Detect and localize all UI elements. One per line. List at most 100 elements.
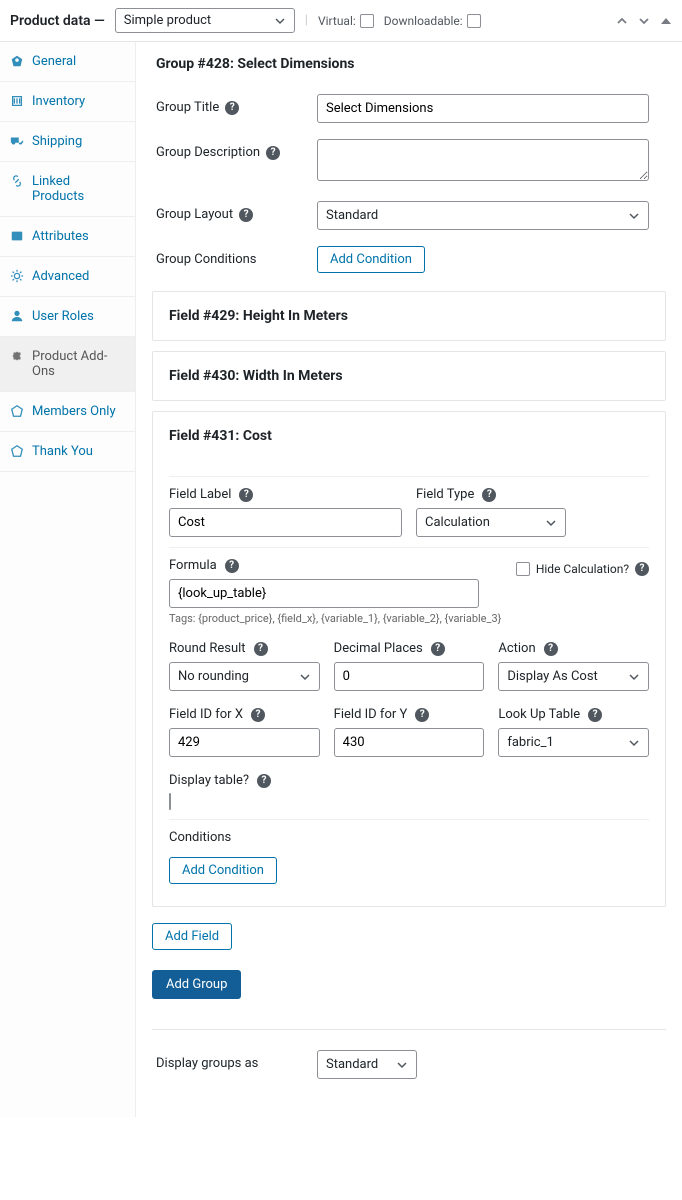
help-icon[interactable]: ?: [588, 708, 602, 722]
display-table-label: Display table??: [169, 773, 649, 788]
sidebar-tab-userroles[interactable]: User Roles: [0, 297, 135, 337]
display-groups-label: Display groups as: [156, 1050, 301, 1071]
panel-title: Product data —: [10, 13, 105, 29]
help-icon[interactable]: ?: [482, 488, 496, 502]
sidebar-tab-members[interactable]: Members Only: [0, 392, 135, 432]
sidebar-tab-inventory[interactable]: Inventory: [0, 82, 135, 122]
field-header-430[interactable]: Field #430: Width In Meters: [153, 352, 665, 400]
help-icon[interactable]: ?: [254, 642, 268, 656]
sidebar-tab-attributes[interactable]: Attributes: [0, 217, 135, 257]
field-type-value: Calculation: [425, 515, 490, 530]
virtual-label: Virtual:: [318, 14, 356, 28]
field-conditions-label: Conditions: [169, 830, 649, 845]
help-icon[interactable]: ?: [544, 642, 558, 656]
downloadable-toggle[interactable]: Downloadable:: [384, 14, 481, 28]
decimal-places-input[interactable]: [334, 662, 485, 691]
field-type-select[interactable]: Calculation: [416, 508, 566, 537]
move-down-icon[interactable]: [638, 15, 650, 27]
general-icon: [10, 54, 24, 68]
help-icon[interactable]: ?: [239, 208, 253, 222]
formula-input[interactable]: [169, 579, 479, 608]
help-icon[interactable]: ?: [251, 708, 265, 722]
field-id-y-input[interactable]: [334, 728, 485, 757]
chevron-down-icon: [299, 671, 311, 683]
thankyou-icon: [10, 444, 24, 458]
field-type-label: Field Type?: [416, 487, 649, 502]
sidebar-tab-addons[interactable]: Product Add-Ons: [0, 337, 135, 392]
members-icon: [10, 404, 24, 418]
group-conditions-label: Group Conditions: [156, 246, 301, 267]
product-type-value: Simple product: [124, 13, 211, 28]
field-card-429: Field #429: Height In Meters: [152, 291, 666, 341]
help-icon[interactable]: ?: [431, 642, 445, 656]
group-heading[interactable]: Group #428: Select Dimensions: [152, 42, 666, 86]
action-select[interactable]: Display As Cost: [498, 662, 649, 691]
action-value: Display As Cost: [507, 669, 597, 684]
field-id-y-label: Field ID for Y?: [334, 707, 485, 722]
formula-tags-hint: Tags: {product_price}, {field_x}, {varia…: [169, 612, 649, 625]
field-id-x-label: Field ID for X?: [169, 707, 320, 722]
lookup-table-select[interactable]: fabric_1: [498, 728, 649, 757]
round-result-select[interactable]: No rounding: [169, 662, 320, 691]
round-result-value: No rounding: [178, 669, 249, 684]
help-icon[interactable]: ?: [266, 146, 280, 160]
field-header-431[interactable]: Field #431: Cost: [153, 412, 665, 460]
chevron-down-icon: [274, 15, 286, 27]
hide-calculation-row: Hide Calculation? ?: [516, 562, 649, 576]
move-up-icon[interactable]: [616, 15, 628, 27]
round-result-label: Round Result?: [169, 641, 320, 656]
field-id-x-input[interactable]: [169, 728, 320, 757]
virtual-checkbox[interactable]: [360, 14, 374, 28]
display-groups-value: Standard: [326, 1057, 378, 1072]
help-icon[interactable]: ?: [415, 708, 429, 722]
group-desc-input[interactable]: [317, 139, 649, 181]
panel-header: Product data — Simple product | Virtual:…: [0, 0, 682, 42]
hide-calculation-checkbox[interactable]: [516, 562, 530, 576]
field-header-429[interactable]: Field #429: Height In Meters: [153, 292, 665, 340]
group-desc-row: Group Description?: [152, 131, 666, 193]
downloadable-checkbox[interactable]: [467, 14, 481, 28]
tab-label: Product Add-Ons: [32, 349, 125, 379]
sidebar-tab-thankyou[interactable]: Thank You: [0, 432, 135, 472]
sidebar-tab-shipping[interactable]: Shipping: [0, 122, 135, 162]
display-table-checkbox[interactable]: [169, 793, 171, 810]
sidebar-tab-advanced[interactable]: Advanced: [0, 257, 135, 297]
display-groups-select[interactable]: Standard: [317, 1050, 417, 1079]
tab-label: Advanced: [32, 269, 89, 284]
help-icon[interactable]: ?: [225, 101, 239, 115]
sidebar-tab-general[interactable]: General: [0, 42, 135, 82]
field-label-input[interactable]: [169, 508, 402, 537]
group-layout-select[interactable]: Standard: [317, 201, 649, 230]
group-title-input[interactable]: [317, 94, 649, 123]
userroles-icon: [10, 309, 24, 323]
tab-label: Members Only: [32, 404, 116, 419]
field-label-label: Field Label?: [169, 487, 402, 502]
tab-label: User Roles: [32, 309, 94, 324]
chevron-down-icon: [628, 210, 640, 222]
main-wrap: General Inventory ShippingLinked Products A…: [0, 42, 682, 1117]
lookup-table-value: fabric_1: [507, 735, 553, 750]
group-title-label: Group Title?: [156, 94, 301, 115]
attributes-icon: [10, 229, 24, 243]
title-text: Product data: [10, 13, 91, 29]
chevron-down-icon: [396, 1059, 408, 1071]
add-field-button[interactable]: Add Field: [152, 923, 232, 950]
field-add-condition-button[interactable]: Add Condition: [169, 857, 277, 884]
help-icon[interactable]: ?: [225, 559, 239, 573]
help-icon[interactable]: ?: [635, 562, 649, 576]
sidebar-tab-linked[interactable]: Linked Products: [0, 162, 135, 217]
sidebar-tabs: General Inventory ShippingLinked Products A…: [0, 42, 136, 1117]
linked-icon: [10, 174, 24, 188]
virtual-toggle[interactable]: Virtual:: [318, 14, 374, 28]
inventory-icon: [10, 94, 24, 108]
content-area: Group #428: Select Dimensions Group Titl…: [136, 42, 682, 1117]
action-label: Action?: [498, 641, 649, 656]
add-condition-button[interactable]: Add Condition: [317, 246, 425, 273]
add-group-button[interactable]: Add Group: [152, 970, 241, 999]
product-type-select[interactable]: Simple product: [115, 8, 295, 33]
help-icon[interactable]: ?: [257, 774, 271, 788]
tab-label: Attributes: [32, 229, 89, 244]
tab-label: Inventory: [32, 94, 85, 109]
collapse-icon[interactable]: [660, 15, 672, 27]
help-icon[interactable]: ?: [239, 488, 253, 502]
